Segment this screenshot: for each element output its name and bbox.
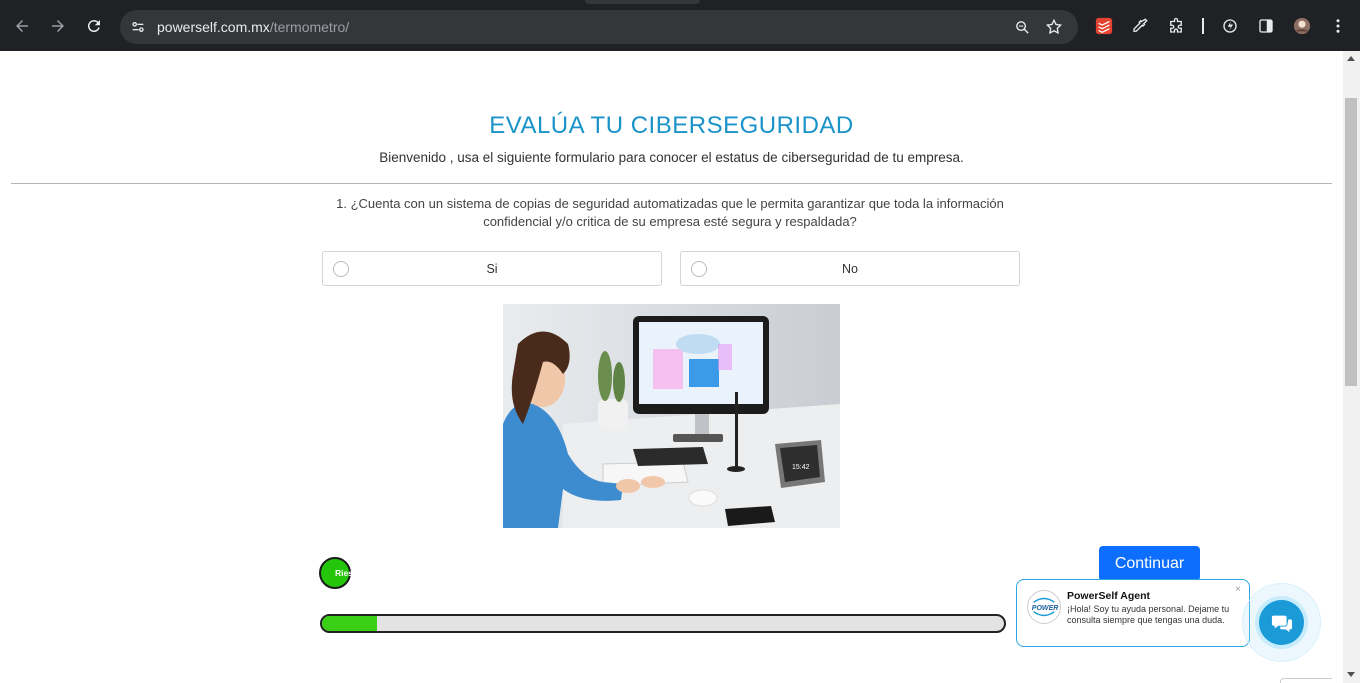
url-host: powerself.com.mx [157, 19, 270, 35]
address-bar[interactable]: powerself.com.mx/termometro/ [120, 10, 1078, 44]
page-title: EVALÚA TU CIBERSEGURIDAD [489, 112, 854, 139]
chrome-menu-icon[interactable] [1328, 16, 1348, 36]
option-label: Si [486, 262, 498, 276]
url-text[interactable]: powerself.com.mx/termometro/ [157, 19, 349, 35]
chat-open-button[interactable] [1259, 600, 1304, 645]
zoom-icon[interactable] [1012, 17, 1032, 37]
eyedropper-extension-icon[interactable] [1130, 16, 1150, 36]
continue-button[interactable]: Continuar [1099, 546, 1200, 581]
risk-progress-bar [320, 614, 1006, 633]
progress-label: Riesgo [335, 568, 364, 578]
profile-avatar-icon[interactable] [1292, 16, 1312, 36]
scroll-up-arrow-icon[interactable] [1347, 56, 1355, 61]
woman-at-computer-photo: 15:42 [503, 304, 840, 528]
risk-progress-fill [322, 616, 377, 631]
reload-button[interactable] [80, 12, 108, 40]
powerself-logo-icon: POWER [1027, 590, 1061, 624]
browser-toolbar: powerself.com.mx/termometro/ [0, 0, 1360, 51]
chat-greeting-bubble[interactable]: POWER PowerSelf Agent ¡Hola! Soy tu ayud… [1016, 579, 1250, 647]
clock-text: 15:42 [792, 464, 810, 471]
option-label: No [842, 262, 858, 276]
site-settings-icon[interactable] [128, 17, 148, 37]
reload-icon [87, 20, 100, 33]
chat-agent-message: ¡Hola! Soy tu ayuda personal. Dejame tu … [1067, 604, 1230, 625]
chat-agent-name: PowerSelf Agent [1067, 590, 1151, 602]
option-no[interactable]: No [680, 251, 1020, 286]
divider [11, 183, 1332, 184]
scrollbar-thumb[interactable] [1345, 98, 1357, 386]
url-path: /termometro/ [269, 19, 350, 35]
svg-text:POWER: POWER [1032, 605, 1060, 612]
back-arrow-icon [16, 20, 28, 32]
performance-icon[interactable] [1220, 16, 1240, 36]
bookmark-star-icon[interactable] [1044, 17, 1064, 37]
page-subtitle: Bienvenido , usa el siguiente formulario… [379, 150, 964, 165]
side-panel-icon[interactable] [1256, 16, 1276, 36]
option-si[interactable]: Si [322, 251, 662, 286]
question-text: 1. ¿Cuenta con un sistema de copias de s… [336, 196, 1004, 229]
scroll-down-arrow-icon[interactable] [1347, 672, 1355, 677]
chat-bubbles-icon [1271, 615, 1292, 632]
forward-button[interactable] [44, 12, 72, 40]
chat-close-icon[interactable]: × [1235, 584, 1241, 595]
active-tab-edge [585, 0, 700, 4]
extensions-puzzle-icon[interactable] [1166, 16, 1186, 36]
chat-widget-edge [1280, 678, 1332, 683]
page-scrollbar[interactable] [1343, 51, 1360, 683]
forward-arrow-icon [52, 20, 64, 32]
todoist-extension-icon[interactable] [1094, 16, 1114, 36]
back-button[interactable] [8, 12, 36, 40]
toolbar-separator [1202, 18, 1204, 34]
